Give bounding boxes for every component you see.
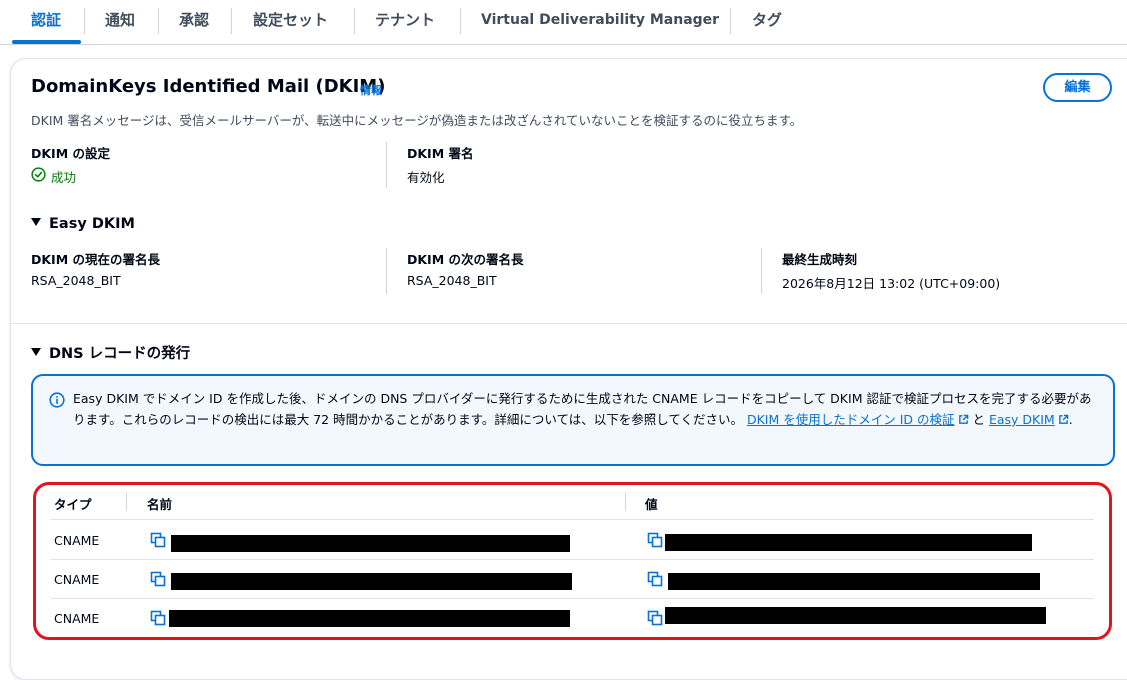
tab-configuration-sets[interactable]: 設定セット [253,0,328,42]
tab-authorization[interactable]: 承認 [179,0,209,42]
link-label: Easy DKIM [988,412,1055,427]
column-header-name[interactable]: 名前 [147,494,172,513]
column-divider [386,142,387,188]
column-header-value[interactable]: 値 [645,494,658,513]
tab-notifications[interactable]: 通知 [105,0,135,42]
column-resizer[interactable] [126,493,127,511]
redacted-value [668,573,1040,590]
redacted-name [171,573,572,590]
next-key-length-value: RSA_2048_BIT [407,273,497,288]
tab-bar: 認証 通知 承認 設定セット テナント Virtual Deliverabili… [0,0,1127,45]
tab-authentication[interactable]: 認証 [31,0,61,42]
current-key-length-value: RSA_2048_BIT [31,273,121,288]
caret-down-icon [31,218,41,226]
alert-and: と [972,412,985,427]
column-resizer[interactable] [625,493,626,511]
copy-value-icon[interactable] [647,610,663,626]
external-link-icon [958,414,968,424]
dns-records-toggle[interactable]: DNS レコードの発行 [31,342,190,363]
next-key-length-label: DKIM の次の署名長 [407,252,524,267]
column-divider [761,248,762,294]
column-divider [386,248,387,294]
edit-button[interactable]: 編集 [1043,73,1112,102]
dkim-description: DKIM 署名メッセージは、受信メールサーバーが、転送中にメッセージが偽造または… [31,113,803,128]
dkim-settings-label: DKIM の設定 [31,146,111,161]
copy-value-icon[interactable] [647,532,663,548]
copy-name-icon[interactable] [150,571,166,587]
easy-dkim-toggle[interactable]: Easy DKIM [31,216,135,232]
easy-dkim-link[interactable]: Easy DKIM [989,412,1069,427]
record-type-cell: CNAME [54,533,100,548]
redacted-value [665,607,1046,624]
last-generated-value: 2026年8月12日 13:02 (UTC+09:00) [782,276,1001,291]
dkim-settings-status: 成功 [51,170,77,185]
copy-name-icon[interactable] [150,532,166,548]
dkim-domain-verification-link[interactable]: DKIM を使用したドメイン ID の検証 [747,412,969,427]
tab-tenants[interactable]: テナント [375,0,435,42]
record-type-cell: CNAME [54,611,100,626]
current-key-length-label: DKIM の現在の署名長 [31,252,161,267]
row-divider [51,559,1094,560]
tab-divider [354,8,355,34]
info-alert-text: Easy DKIM でドメイン ID を作成した後、ドメインの DNS プロバイ… [73,388,1103,430]
last-generated-label: 最終生成時刻 [782,252,858,267]
tab-divider [460,8,461,34]
easy-dkim-heading: Easy DKIM [49,216,135,232]
redacted-name [171,535,570,552]
copy-value-icon[interactable] [647,571,663,587]
tab-tags[interactable]: タグ [752,0,782,42]
redacted-name [169,610,570,627]
caret-down-icon [31,348,41,356]
row-divider [51,598,1094,599]
tab-vdm[interactable]: Virtual Deliverability Manager [481,0,719,42]
dkim-signing-label: DKIM 署名 [407,146,474,161]
tab-divider [84,8,85,34]
info-icon [49,392,65,408]
link-label: DKIM を使用したドメイン ID の検証 [746,412,955,427]
dkim-title: DomainKeys Identified Mail (DKIM) [31,76,386,97]
external-link-icon [1058,414,1069,424]
tab-divider [231,8,232,34]
info-link[interactable]: 情報 [360,82,382,98]
success-check-icon [31,167,46,182]
tab-divider [730,8,731,34]
active-tab-indicator [12,40,81,44]
table-header-divider [51,519,1094,520]
dkim-signing-value: 有効化 [407,170,445,185]
alert-end: . [1068,412,1073,427]
section-divider [11,323,1127,324]
column-header-type[interactable]: タイプ [54,494,92,513]
record-type-cell: CNAME [54,572,100,587]
tab-divider [158,8,159,34]
copy-name-icon[interactable] [150,610,166,626]
dns-records-heading: DNS レコードの発行 [49,346,191,362]
redacted-value [665,534,1032,551]
